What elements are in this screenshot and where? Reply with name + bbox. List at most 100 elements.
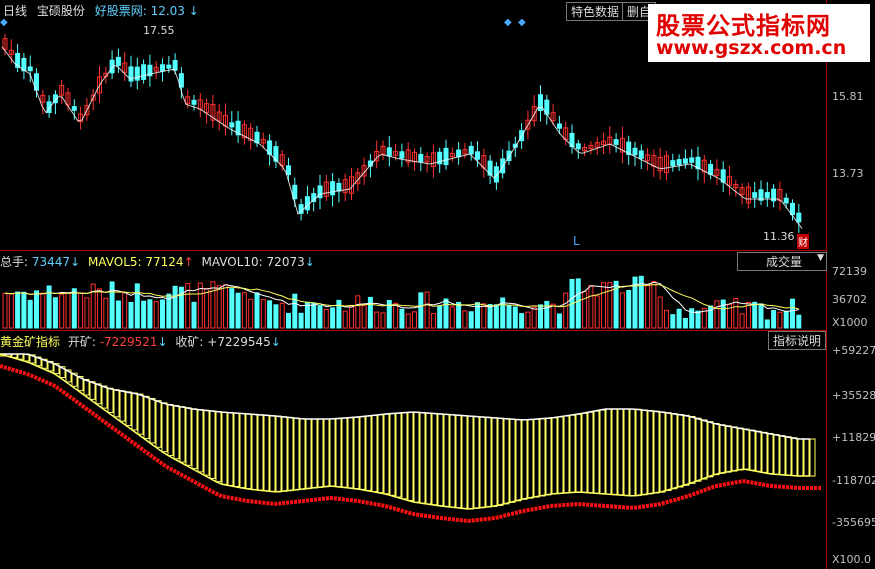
indicator-bar [503, 418, 510, 505]
diamond-icon: ◆ [0, 17, 8, 28]
indicator-bar [395, 412, 402, 498]
indicator-bar [425, 412, 432, 505]
indicator-bar [413, 411, 420, 503]
indicator-bar [611, 408, 618, 495]
volume-bar [506, 304, 512, 329]
indicator-bar [263, 414, 270, 492]
indicator-bar [371, 414, 378, 493]
indicator-bar [287, 416, 294, 492]
indicator-bar [701, 419, 708, 480]
indicator-bar [515, 418, 522, 502]
volume-bar [645, 285, 651, 329]
volume-bar [594, 295, 600, 329]
indicator-bar [533, 418, 540, 498]
candle-body [676, 159, 682, 166]
volume-bar [418, 292, 424, 329]
indicator-bar [269, 415, 276, 492]
indicator-bar [221, 411, 228, 485]
finance-badge[interactable]: 财 [797, 234, 809, 249]
volume-bar [777, 311, 783, 329]
indicator-bar [233, 412, 240, 487]
volume-bar [733, 298, 739, 329]
candle-body [166, 64, 172, 69]
volume-bar [115, 300, 121, 329]
volume-bar [456, 301, 462, 329]
candle-body [336, 182, 342, 192]
arrow-up-icon: ↑ [183, 255, 194, 269]
candle-body [399, 151, 405, 159]
candle-body [670, 160, 676, 167]
indicator-bar [803, 438, 810, 477]
volume-bar [556, 313, 562, 329]
total-label: 总手: [0, 255, 29, 269]
volume-bar [374, 311, 380, 329]
candle-body [556, 123, 562, 129]
indicator-bar [419, 412, 426, 504]
indicator-bar [293, 417, 300, 491]
open-value: -7229521 [99, 335, 158, 349]
indicator-bar [767, 432, 774, 474]
chevron-down-icon: ▼ [817, 253, 824, 263]
indicator-bar [341, 417, 348, 488]
indicator-header: 黄金矿指标 开矿: -7229521↓ 收矿: +7229545↓ [0, 333, 281, 350]
volume-bar [752, 301, 758, 329]
l-marker: L [573, 234, 580, 248]
open-label: 开矿: [67, 335, 96, 349]
volume-bar [172, 285, 178, 329]
indicator-bar [779, 435, 786, 476]
indicator-bar [95, 383, 102, 405]
candle-body [538, 94, 543, 111]
indicator-bar [659, 411, 666, 493]
indicator-bar [365, 415, 372, 491]
indicator-bar [299, 418, 306, 490]
period-label[interactable]: 日线 [3, 4, 27, 18]
volume-bar [582, 291, 588, 329]
feature-data-button[interactable]: 特色数据 [566, 2, 625, 21]
indicator-axis-label: +59227 [832, 344, 875, 357]
close-value: +7229545 [207, 335, 271, 349]
indicator-bar [107, 387, 114, 413]
volume-bar [550, 303, 556, 329]
indicator-selector[interactable]: 成交量 ▼ [737, 252, 827, 271]
volume-bar [682, 317, 688, 329]
candle-body [286, 165, 291, 176]
volume-bar [134, 283, 140, 329]
low-price-marker: 11.36 [763, 230, 795, 243]
volume-header: 总手: 73447↓ MAVOL5: 77124↑ MAVOL10: 72073… [0, 253, 315, 270]
high-price-marker: 17.55 [143, 24, 175, 37]
indicator-bar [125, 391, 132, 427]
indicator-bar [275, 415, 282, 493]
volume-bar [342, 310, 348, 329]
indicator-bar [359, 416, 366, 490]
candle-body [141, 64, 147, 80]
volume-bar [790, 298, 795, 329]
volume-bar [651, 280, 657, 329]
mavol5-value: 77124 [145, 255, 184, 269]
gold-mine-indicator-chart[interactable] [0, 334, 826, 569]
indicator-help-button[interactable]: 指标说明 [768, 331, 827, 350]
indicator-bar [197, 409, 204, 473]
volume-bar [8, 293, 14, 329]
indicator-bar [461, 415, 468, 509]
indicator-bar [497, 417, 504, 506]
volume-bar [424, 291, 430, 329]
indicator-axis-label: -118702 [832, 474, 875, 487]
volume-bar [380, 312, 386, 329]
mavol10-value: 72073 [266, 255, 305, 269]
candle-body [134, 66, 140, 81]
indicator-bar [143, 395, 150, 440]
candle-body [475, 151, 480, 160]
volume-bar [330, 307, 336, 329]
volume-bar [147, 299, 153, 329]
arrow-down-icon: ↓ [70, 255, 81, 269]
arrow-down-icon: ↓ [270, 335, 281, 349]
volume-bar [223, 284, 228, 329]
volume-bar [349, 306, 354, 329]
indicator-bar [791, 437, 798, 477]
indicator-bar [281, 416, 288, 492]
volume-bar [34, 290, 39, 329]
indicator-bar [149, 397, 156, 444]
volume-bar [153, 301, 159, 329]
volume-bar [103, 297, 109, 329]
volume-axis-label: 36702 [832, 293, 867, 306]
